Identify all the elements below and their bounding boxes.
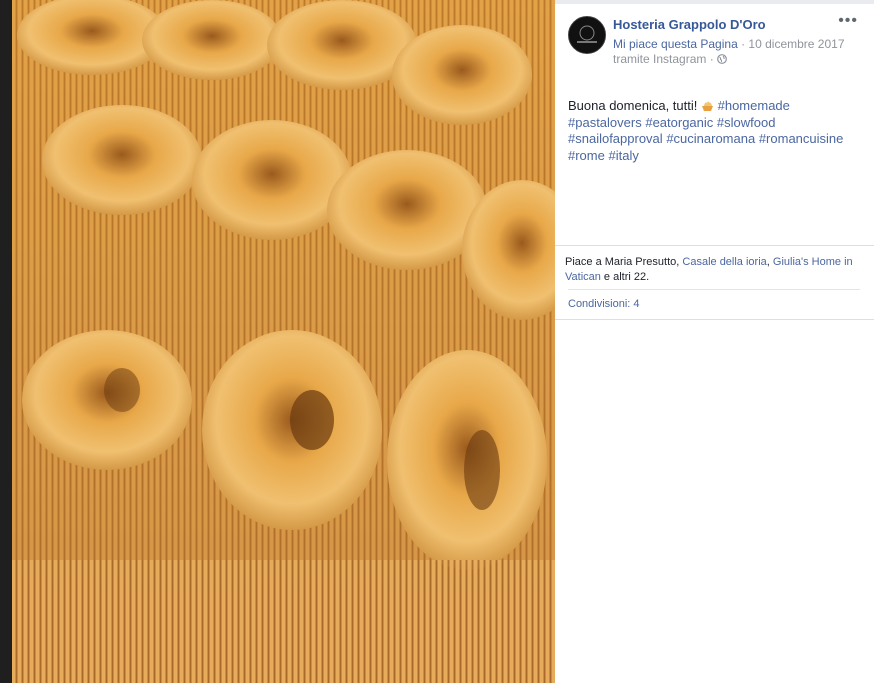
- liker-link[interactable]: Casale della ioria: [682, 256, 766, 268]
- globe-icon[interactable]: [717, 54, 727, 64]
- hashtag-link[interactable]: #italy: [608, 148, 638, 163]
- hashtag-link[interactable]: #eatorganic: [645, 115, 713, 130]
- meta-separator: ·: [737, 37, 749, 51]
- shares-count-link[interactable]: Condivisioni: 4: [568, 298, 640, 310]
- more-options-icon[interactable]: •••: [838, 12, 858, 30]
- hashtag-link[interactable]: #pastalovers: [568, 115, 642, 130]
- post-meta-line: Mi piace questa Pagina · 10 dicembre 201…: [613, 37, 845, 51]
- panel-top-border: [555, 0, 874, 4]
- post-text: Buona domenica, tutti! #homemade #pastal…: [568, 98, 858, 164]
- via-source[interactable]: tramite Instagram: [613, 52, 706, 66]
- post-date[interactable]: 10 dicembre 2017: [748, 37, 844, 51]
- post-source-line: tramite Instagram ·: [613, 52, 727, 66]
- post-details-panel: Hosteria Grappolo D'Oro Mi piace questa …: [555, 0, 874, 683]
- pasta-emoji-icon: [701, 101, 713, 111]
- hashtag-link[interactable]: #snailofapproval: [568, 131, 663, 146]
- hashtag-link[interactable]: #slowfood: [717, 115, 776, 130]
- page-logo-icon: [569, 17, 605, 53]
- viewer-backdrop: [0, 0, 12, 683]
- hashtag-link[interactable]: #cucinaromana: [666, 131, 755, 146]
- page-name-link[interactable]: Hosteria Grappolo D'Oro: [613, 17, 766, 32]
- hashtag-link[interactable]: #romancuisine: [759, 131, 844, 146]
- reactions-suffix[interactable]: e altri 22.: [601, 271, 649, 283]
- reactions-summary: Piace a Maria Presutto, Casale della ior…: [565, 255, 865, 285]
- reactions-divider: [568, 289, 860, 290]
- post-photo[interactable]: [12, 0, 555, 683]
- reactions-prefix: Piace a Maria Presutto,: [565, 256, 683, 268]
- source-separator: ·: [706, 52, 718, 66]
- section-divider: [555, 245, 874, 246]
- like-page-link[interactable]: Mi piace questa Pagina: [613, 37, 738, 51]
- post-text-intro: Buona domenica, tutti!: [568, 98, 701, 113]
- page-avatar[interactable]: [568, 16, 606, 54]
- section-divider: [555, 319, 874, 320]
- pasta-photo-image: [12, 0, 555, 683]
- hashtag-link[interactable]: #rome: [568, 148, 605, 163]
- hashtag-link[interactable]: #homemade: [718, 98, 790, 113]
